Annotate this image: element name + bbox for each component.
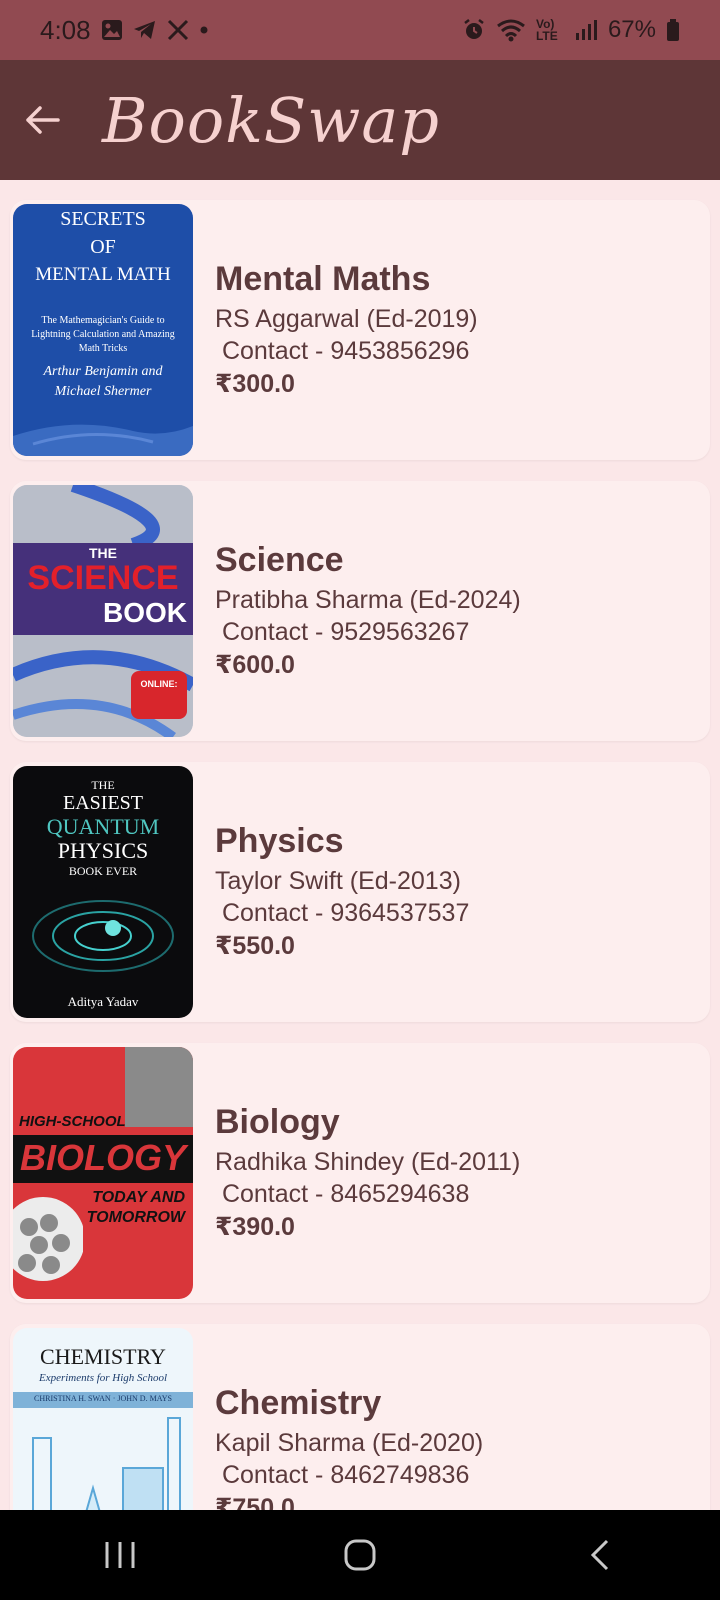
book-card[interactable]: SECRETS OF MENTAL MATH The Mathemagician…	[10, 200, 710, 460]
cover-authors: CHRISTINA H. SWAN · JOHN D. MAYS	[34, 1394, 172, 1403]
cover-text: PHYSICS	[57, 838, 149, 863]
wifi-icon	[497, 19, 525, 42]
cover-text: BOOK	[103, 597, 187, 628]
book-list[interactable]: SECRETS OF MENTAL MATH The Mathemagician…	[0, 180, 720, 1510]
book-author: Taylor Swift (Ed-2013)	[215, 866, 461, 895]
book-card[interactable]: CHEMISTRY Experiments for High School CH…	[10, 1324, 710, 1510]
dot-icon	[200, 26, 208, 34]
battery-percent: 67%	[607, 16, 656, 43]
cover-text: SECRETS	[60, 208, 146, 230]
book-contact: Contact - 9529563267	[215, 617, 470, 646]
back-chevron-icon	[590, 1539, 609, 1571]
app-title: BookSwap	[102, 83, 440, 157]
nav-back-button[interactable]	[550, 1520, 650, 1590]
cover-subtitle: The Mathemagician's Guide to Lightning C…	[31, 315, 175, 354]
book-price: ₹750.0	[215, 1493, 295, 1511]
cover-text: EASIEST	[63, 792, 143, 814]
home-button[interactable]	[310, 1520, 410, 1590]
cover-text: OF	[90, 236, 116, 258]
book-price: ₹300.0	[215, 369, 295, 398]
book-author: Kapil Sharma (Ed-2020)	[215, 1428, 484, 1457]
battery-icon	[667, 19, 679, 41]
book-cover-mental-maths: SECRETS OF MENTAL MATH The Mathemagician…	[13, 204, 193, 456]
cover-text: SCIENCE	[27, 559, 179, 597]
glassware-illustration	[32, 1417, 181, 1510]
home-icon	[344, 1539, 376, 1571]
quantum-illustration	[32, 900, 174, 972]
book-cover-physics: THE EASIEST QUANTUM PHYSICS BOOK EVER Ad…	[13, 766, 193, 1018]
book-info: Science Pratibha Sharma (Ed-2024) Contac…	[215, 481, 521, 741]
gallery-icon	[101, 20, 122, 40]
cover-text: QUANTUM	[46, 814, 160, 839]
status-bar: 4:08 Vo) LTE 67%	[0, 0, 720, 60]
cover-text: HIGH-SCHOOL	[19, 1113, 126, 1130]
status-time: 4:08	[40, 14, 91, 45]
cover-authors: Aditya Yadav	[67, 994, 139, 1009]
book-price: ₹600.0	[215, 650, 295, 679]
book-card[interactable]: HIGH-SCHOOL BIOLOGY TODAY AND TOMORROW B…	[10, 1043, 710, 1303]
book-author: RS Aggarwal (Ed-2019)	[215, 304, 478, 333]
cover-badge-text: ONLINE:	[140, 679, 178, 689]
book-cover-chemistry: CHEMISTRY Experiments for High School CH…	[13, 1328, 193, 1510]
signal-icon	[575, 20, 597, 40]
x-icon	[167, 19, 188, 41]
book-title: Science	[215, 540, 344, 579]
book-contact: Contact - 9364537537	[215, 898, 470, 927]
cover-text: BIOLOGY	[19, 1137, 186, 1178]
book-card[interactable]: THE EASIEST QUANTUM PHYSICS BOOK EVER Ad…	[10, 762, 710, 1022]
system-nav-bar	[0, 1510, 720, 1600]
book-contact: Contact - 8465294638	[215, 1179, 470, 1208]
cover-text: BOOK EVER	[68, 864, 138, 878]
book-info: Biology Radhika Shindey (Ed-2011) Contac…	[215, 1043, 520, 1303]
book-title: Chemistry	[215, 1383, 382, 1422]
book-contact: Contact - 8462749836	[215, 1460, 470, 1489]
cover-text: MENTAL MATH	[35, 264, 171, 285]
book-card[interactable]: THE SCIENCE BOOK ONLINE: Science Pratibh…	[10, 481, 710, 741]
recents-icon	[105, 1542, 135, 1568]
recents-button[interactable]	[70, 1520, 170, 1590]
book-cover-science: THE SCIENCE BOOK ONLINE:	[13, 485, 193, 737]
book-contact: Contact - 9453856296	[215, 336, 470, 365]
book-title: Mental Maths	[215, 259, 431, 298]
alarm-icon	[464, 19, 484, 39]
book-cover-biology: HIGH-SCHOOL BIOLOGY TODAY AND TOMORROW	[13, 1047, 193, 1299]
app-bar: BookSwap	[0, 60, 720, 180]
cover-text: THE	[91, 778, 115, 792]
telegram-icon	[133, 21, 155, 39]
book-info: Chemistry Kapil Sharma (Ed-2020) Contact…	[215, 1324, 484, 1511]
network-label: Vo) LTE	[535, 17, 558, 43]
book-info: Mental Maths RS Aggarwal (Ed-2019) Conta…	[215, 200, 478, 460]
book-author: Pratibha Sharma (Ed-2024)	[215, 585, 521, 614]
ship-illustration	[13, 424, 193, 456]
book-price: ₹390.0	[215, 1212, 295, 1241]
cell-illustration	[13, 1197, 83, 1281]
book-title: Physics	[215, 821, 344, 860]
cover-text: CHEMISTRY	[40, 1344, 166, 1369]
book-info: Physics Taylor Swift (Ed-2013) Contact -…	[215, 762, 469, 1022]
back-button[interactable]	[12, 90, 72, 150]
arrow-left-icon	[26, 106, 60, 134]
book-title: Biology	[215, 1102, 340, 1141]
cover-subtitle: Experiments for High School	[38, 1372, 167, 1384]
book-author: Radhika Shindey (Ed-2011)	[215, 1147, 521, 1176]
book-price: ₹550.0	[215, 931, 295, 960]
